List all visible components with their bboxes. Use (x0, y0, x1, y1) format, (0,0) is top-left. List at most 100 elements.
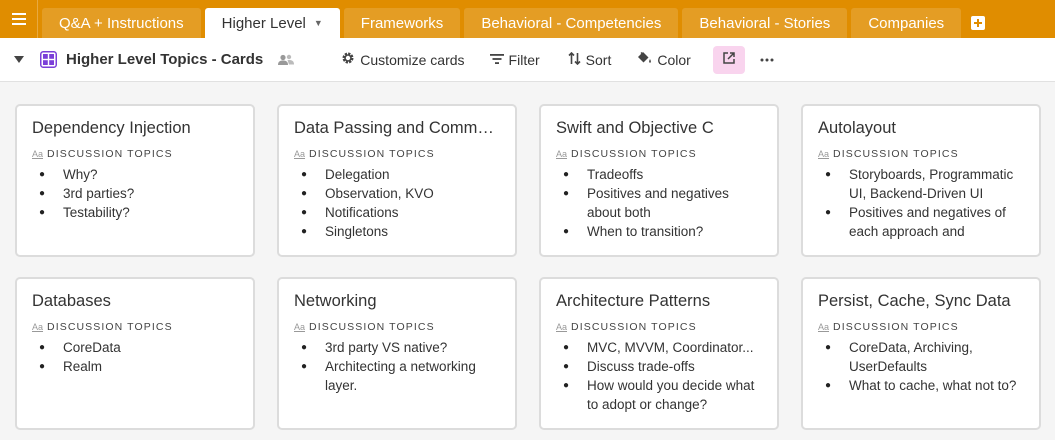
topic-list: DelegationObservation, KVONotificationsS… (294, 165, 499, 241)
list-item: CoreData (32, 338, 237, 357)
tab-qa-instructions[interactable]: Q&A + Instructions (42, 8, 201, 38)
topic-list: TradeoffsPositives and negatives about b… (556, 165, 761, 241)
record-card[interactable]: Architecture Patterns Aa DISCUSSION TOPICS… (539, 277, 779, 430)
field-label: Aa DISCUSSION TOPICS (556, 321, 761, 333)
text-field-icon: Aa (32, 322, 44, 332)
record-card[interactable]: Dependency Injection AaDISCUSSION TOPICS W… (15, 104, 255, 257)
list-item: Singletons (294, 222, 499, 241)
field-label-text: DISCUSSION TOPICS (571, 321, 697, 333)
field-label: Aa DISCUSSION TOPICS (32, 148, 237, 160)
card-title: Persist, Cache, Sync Data (818, 292, 1011, 310)
list-item: MVC, MVVM, Coordinator... (556, 338, 761, 357)
record-card[interactable]: Persist, Cache, Sync Data Aa DISCUSSION TO… (801, 277, 1041, 430)
list-item: Testability? (32, 203, 237, 222)
list-item: Positives and negatives of each approach… (818, 203, 1023, 241)
filter-button[interactable]: Filter (484, 46, 546, 74)
gear-icon (341, 51, 355, 68)
card-title: Data Passing and Commu... (294, 119, 499, 137)
list-item: Tradeoffs (556, 165, 761, 184)
table-tab-bar: Q&A + Instructions Higher Level ▼ Framewo… (0, 0, 1055, 38)
chevron-down-icon[interactable]: ▼ (314, 18, 323, 28)
card-title: Swift and Objective C (556, 119, 714, 137)
list-item: How would you decide what to adopt or ch… (556, 376, 761, 414)
tab-companies[interactable]: Companies (851, 8, 962, 38)
gallery-view-icon (40, 46, 57, 74)
filter-icon (489, 52, 504, 68)
record-card[interactable]: Swift and Objective C Aa DISCUSSION TOPICS… (539, 104, 779, 257)
record-card[interactable]: Networking AaDISCUSSION TOPICS 3rd party V… (277, 277, 517, 430)
view-switcher-caret-icon[interactable] (14, 46, 28, 74)
record-card[interactable]: Databases AaDISCUSSION TOPICS CoreDataReal… (15, 277, 255, 430)
field-label-text: DISCUSSION TOPICS (309, 321, 435, 333)
sort-icon (568, 51, 581, 68)
tab-label: Companies (868, 14, 945, 32)
customize-cards-button[interactable]: Customize cards (335, 46, 470, 74)
field-label-text: DISCUSSION TOPICS (833, 148, 959, 160)
topic-list: CoreDataRealm (32, 338, 237, 376)
color-label: Color (657, 51, 691, 68)
text-field-icon: Aa (818, 322, 830, 332)
list-item: Discuss trade-offs (556, 357, 761, 376)
field-label-text: DISCUSSION TOPICS (833, 321, 959, 333)
list-item: Why? (32, 165, 237, 184)
field-label: Aa DISCUSSION TOPICS (294, 321, 499, 333)
field-label-text: DISCUSSION TOPICS (47, 148, 173, 160)
view-toolbar: Higher Level Topics - Cards Customize ca… (0, 38, 1055, 82)
list-item: Observation, KVO (294, 184, 499, 203)
paint-bucket-icon (637, 51, 652, 68)
record-card[interactable]: Data Passing and Commu... Aa DISCUSSION TO… (277, 104, 517, 257)
share-icon (722, 51, 736, 68)
view-name[interactable]: Higher Level Topics - Cards (66, 46, 263, 74)
card-title: Databases (32, 292, 111, 310)
field-label-text: DISCUSSION TOPICS (47, 321, 173, 333)
tab-frameworks[interactable]: Frameworks (343, 8, 461, 38)
list-item: Realm (32, 357, 237, 376)
more-options-icon[interactable] (753, 46, 781, 74)
card-title: Dependency Injection (32, 119, 191, 137)
tab-higher-level[interactable]: Higher Level ▼ (204, 8, 340, 38)
sort-button[interactable]: Sort (562, 46, 618, 74)
list-item: CoreData, Archiving, UserDefaults (818, 338, 1023, 376)
list-item: Notifications (294, 203, 499, 222)
topic-list: MVC, MVVM, Coordinator...Discuss trade-o… (556, 338, 761, 414)
card-title: Architecture Patterns (556, 292, 711, 310)
topic-list: CoreData, Archiving, UserDefaultsWhat to… (818, 338, 1023, 395)
list-item: Storyboards, Programmatic UI, Backend-Dr… (818, 165, 1023, 203)
record-card[interactable]: Autolayout AaDISCUSSION TOPICS Storyboards… (801, 104, 1041, 257)
text-field-icon: Aa (556, 149, 568, 159)
filter-label: Filter (508, 51, 540, 68)
tab-label: Q&A + Instructions (59, 14, 184, 32)
field-label: Aa DISCUSSION TOPICS (818, 321, 1023, 333)
tab-label: Higher Level (221, 14, 306, 32)
color-button[interactable]: Color (631, 46, 696, 74)
share-view-button[interactable] (712, 45, 745, 74)
list-item: Architecting a networking layer. (294, 357, 499, 395)
tab-label: Frameworks (360, 14, 444, 32)
text-field-icon: Aa (556, 322, 568, 332)
field-label: Aa DISCUSSION TOPICS (556, 148, 761, 160)
menu-icon[interactable] (0, 0, 38, 38)
list-item: What to cache, what not to? (818, 376, 1023, 395)
text-field-icon: Aa (818, 149, 830, 159)
collaborators-icon[interactable] (277, 46, 295, 74)
text-field-icon: Aa (294, 322, 306, 332)
customize-cards-label: Customize cards (360, 51, 465, 68)
field-label-text: DISCUSSION TOPICS (309, 148, 435, 160)
topic-list: 3rd party VS native?Architecting a netwo… (294, 338, 499, 395)
list-item: Positives and negatives about both (556, 184, 761, 222)
text-field-icon: Aa (32, 149, 44, 159)
field-label: Aa DISCUSSION TOPICS (32, 321, 237, 333)
tab-behavioral-stories[interactable]: Behavioral - Stories (682, 8, 848, 38)
tab-label: Behavioral - Stories (699, 14, 831, 32)
tab-behavioral-competencies[interactable]: Behavioral - Competencies (464, 8, 679, 38)
list-item: Delegation (294, 165, 499, 184)
card-title: Networking (294, 292, 377, 310)
add-table-icon[interactable] (967, 8, 989, 38)
sort-label: Sort (585, 51, 612, 68)
list-item: When to transition? (556, 222, 761, 241)
field-label-text: DISCUSSION TOPICS (571, 148, 697, 160)
list-item: 3rd party VS native? (294, 338, 499, 357)
list-item: 3rd parties? (32, 184, 237, 203)
text-field-icon: Aa (294, 149, 306, 159)
tab-label: Behavioral - Competencies (481, 14, 662, 32)
